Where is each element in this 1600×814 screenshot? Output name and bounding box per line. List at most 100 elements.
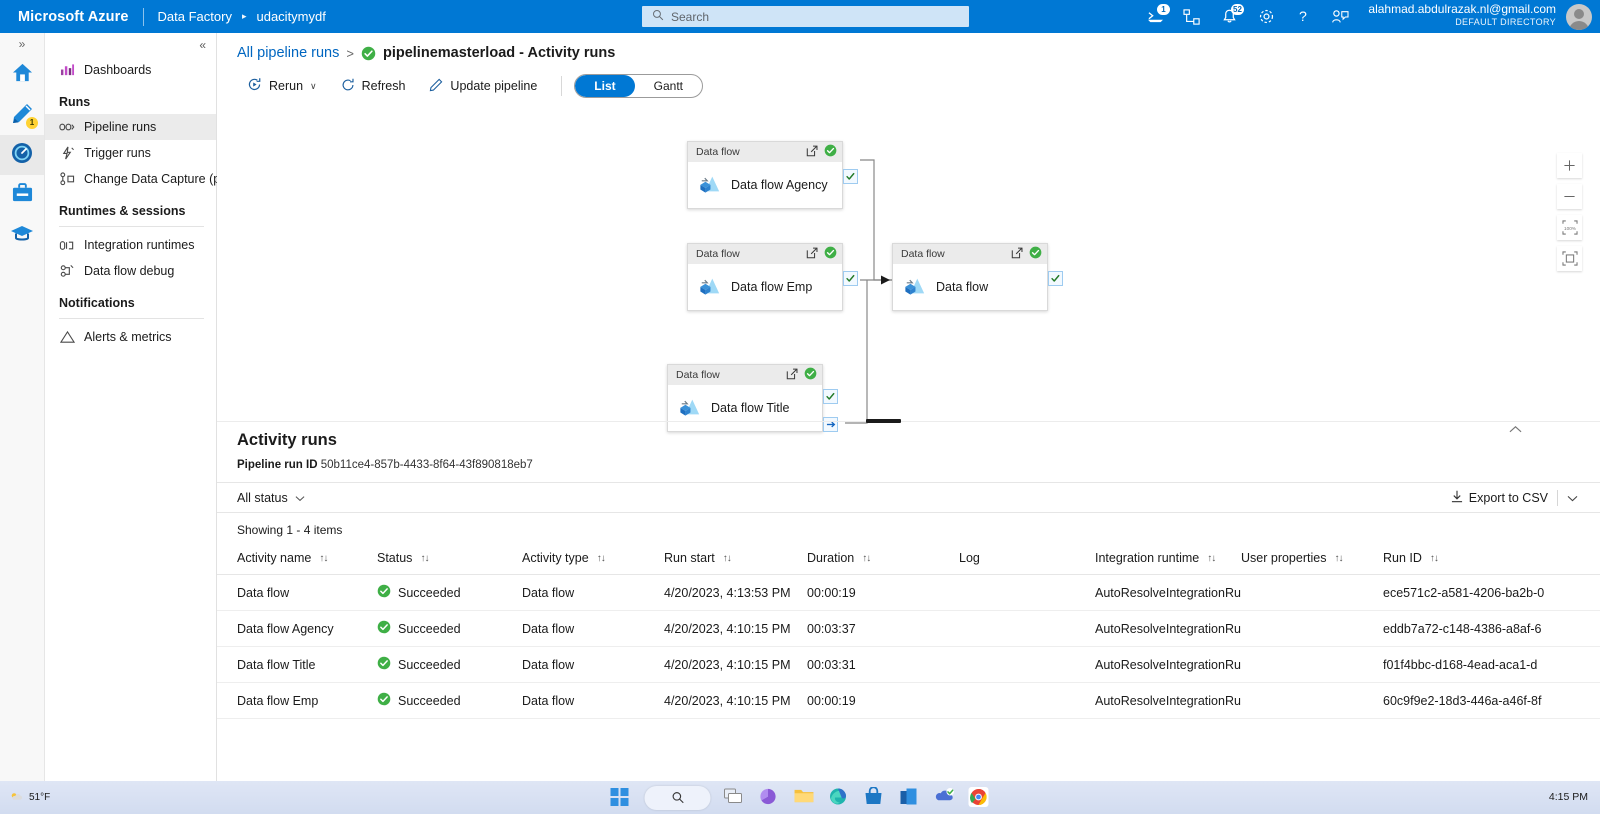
data-flow-icon (698, 275, 722, 300)
header-resource-link[interactable]: udacitymydf (248, 9, 325, 24)
column-header-activity-type[interactable]: Activity type ↑↓ (522, 545, 664, 575)
table-row[interactable]: Data flow Agency Succeeded Data flow 4/2… (217, 610, 1600, 647)
taskbar-clock[interactable]: 4:15 PM (1549, 791, 1588, 804)
column-header-user-properties[interactable]: User properties ↑↓ (1241, 545, 1383, 575)
avatar[interactable] (1566, 4, 1592, 30)
tab-gantt-view[interactable]: Gantt (635, 75, 702, 97)
sort-icon[interactable]: ↑↓ (597, 553, 606, 564)
open-in-new-icon[interactable] (786, 368, 798, 383)
rerun-icon (247, 77, 262, 95)
zoom-to-100-button[interactable]: 100% (1557, 215, 1582, 240)
sidebar-item-trigger-runs[interactable]: Trigger runs (45, 140, 216, 166)
directories-subscriptions-icon[interactable] (1182, 7, 1202, 27)
open-in-new-icon[interactable] (806, 145, 818, 160)
rail-item-author[interactable]: 1 (0, 95, 44, 135)
table-row[interactable]: Data flow Title Succeeded Data flow 4/20… (217, 646, 1600, 683)
node-success-output-handle[interactable] (1048, 271, 1063, 286)
store-icon[interactable] (864, 785, 886, 809)
sidebar-item-data-flow-debug[interactable]: Data flow debug (45, 258, 216, 284)
sidebar-item-alerts-metrics[interactable]: Alerts & metrics (45, 324, 216, 350)
azure-brand[interactable]: Microsoft Azure (0, 9, 143, 25)
data-flow-icon (698, 173, 722, 198)
export-to-csv-button[interactable]: Export to CSV (1451, 490, 1548, 506)
refresh-icon (341, 78, 355, 95)
onedrive-icon[interactable] (934, 787, 956, 809)
sort-icon[interactable]: ↑↓ (1207, 553, 1216, 564)
canvas-node-data-flow[interactable]: Data flow Data flow (892, 243, 1063, 311)
chevron-down-icon[interactable]: ∨ (310, 81, 317, 92)
rail-item-home[interactable] (0, 55, 44, 95)
update-pipeline-button[interactable]: Update pipeline (417, 73, 549, 100)
open-in-new-icon[interactable] (1011, 247, 1023, 262)
canvas-zoom-controls: 100% (1557, 153, 1582, 271)
breadcrumb-all-pipeline-runs[interactable]: All pipeline runs (237, 45, 339, 61)
export-options-chevron-down-icon[interactable] (1567, 491, 1578, 505)
status-badge: Succeeded (398, 657, 461, 672)
section-collapse-button[interactable] (1509, 423, 1522, 437)
sort-icon[interactable]: ↑↓ (420, 553, 429, 564)
help-question-icon[interactable]: ? (1293, 7, 1313, 27)
tab-list-view[interactable]: List (575, 75, 635, 97)
column-header-run-start[interactable]: Run start ↑↓ (664, 545, 807, 575)
edge-icon[interactable] (829, 787, 851, 809)
column-header-status[interactable]: Status ↑↓ (377, 545, 522, 575)
sort-icon[interactable]: ↑↓ (723, 553, 732, 564)
rail-item-learning-center[interactable] (0, 215, 44, 255)
canvas-node-data-flow-emp[interactable]: Data flow Data flow Emp (687, 243, 858, 311)
rail-expand-button[interactable]: » (0, 33, 44, 55)
column-header-duration[interactable]: Duration ↑↓ (807, 545, 959, 575)
user-directory: DEFAULT DIRECTORY (1455, 16, 1556, 27)
avatar-head (1574, 9, 1584, 19)
zoom-out-button[interactable] (1557, 184, 1582, 209)
zoom-in-button[interactable] (1557, 153, 1582, 178)
sidebar-item-change-data-capture[interactable]: Change Data Capture (previ... (45, 166, 251, 192)
rail-item-manage[interactable] (0, 175, 44, 215)
sidebar-item-dashboards[interactable]: Dashboards (45, 57, 216, 83)
taskbar-weather-widget[interactable]: 51°F (0, 791, 50, 805)
sidebar-item-pipeline-runs[interactable]: Pipeline runs (45, 114, 216, 140)
cloud-shell-icon[interactable]: 1 (1145, 3, 1170, 27)
office-icon[interactable] (899, 787, 921, 809)
start-icon[interactable] (610, 787, 632, 809)
table-row[interactable]: Data flow Succeeded Data flow 4/20/2023,… (217, 574, 1600, 611)
splitter-grip[interactable] (866, 419, 901, 423)
settings-gear-icon[interactable] (1256, 7, 1276, 27)
status-filter-dropdown[interactable]: All status (237, 491, 305, 505)
notifications-bell-icon[interactable]: 52 (1219, 3, 1244, 27)
sort-icon[interactable]: ↑↓ (862, 553, 871, 564)
panel-splitter[interactable] (217, 417, 1600, 427)
chrome-icon[interactable] (968, 786, 991, 809)
table-header-row: Activity name ↑↓ Status ↑↓ Activity type ↑↓… (217, 545, 1600, 575)
column-header-run-id[interactable]: Run ID ↑↓ (1383, 545, 1600, 575)
node-success-output-handle[interactable] (843, 271, 858, 286)
node-label: Data flow (936, 280, 989, 294)
refresh-button[interactable]: Refresh (329, 73, 418, 100)
search-input[interactable] (671, 9, 936, 24)
rail-item-monitor[interactable] (0, 135, 44, 175)
column-header-integration-runtime[interactable]: Integration runtime ↑↓ (1095, 545, 1241, 575)
search-icon[interactable] (644, 785, 711, 810)
sort-icon[interactable]: ↑↓ (319, 553, 328, 564)
node-success-output-handle[interactable] (823, 389, 838, 404)
open-in-new-icon[interactable] (806, 247, 818, 262)
sort-icon[interactable]: ↑↓ (1334, 553, 1343, 564)
file-explorer-icon[interactable] (794, 787, 816, 809)
canvas-node-data-flow-agency[interactable]: Data flow Data flow Agency (687, 141, 858, 209)
copilot-icon[interactable] (759, 787, 781, 809)
sidebar-collapse-button[interactable]: « (45, 33, 216, 57)
column-header-activity-name[interactable]: Activity name ↑↓ (217, 545, 377, 575)
global-search-box[interactable] (642, 6, 969, 27)
feedback-icon[interactable] (1330, 7, 1350, 27)
user-account-info[interactable]: alahmad.abdulrazak.nl@gmail.com DEFAULT … (1368, 2, 1556, 27)
node-success-output-handle[interactable] (843, 169, 858, 184)
sidebar-item-integration-runtimes[interactable]: Integration runtimes (45, 232, 216, 258)
node-success-icon (1029, 246, 1042, 262)
showing-count: Showing 1 - 4 items (237, 523, 343, 537)
rerun-button[interactable]: Rerun ∨ (235, 72, 329, 100)
task-view-icon[interactable] (724, 787, 746, 809)
header-service-link[interactable]: Data Factory (144, 9, 240, 24)
export-divider (1557, 489, 1558, 506)
table-row[interactable]: Data flow Emp Succeeded Data flow 4/20/2… (217, 682, 1600, 719)
fit-to-screen-button[interactable] (1557, 246, 1582, 271)
sort-icon[interactable]: ↑↓ (1430, 553, 1439, 564)
